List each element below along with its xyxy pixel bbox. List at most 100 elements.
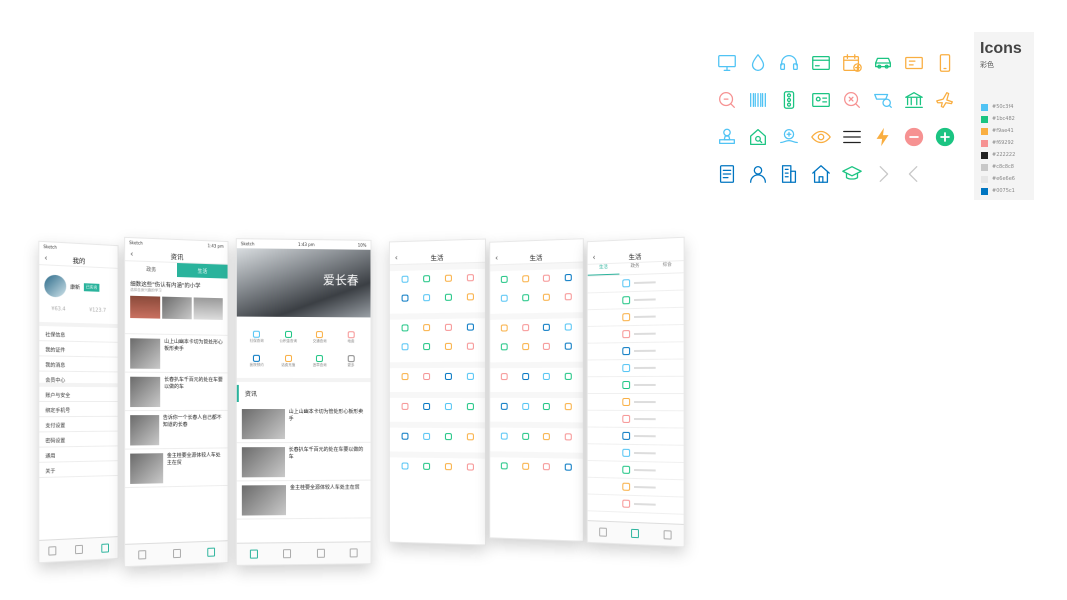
list-item[interactable] xyxy=(587,325,684,344)
service-shortcut[interactable] xyxy=(439,342,457,357)
tab-services-icon[interactable] xyxy=(75,544,83,555)
tab-mine-icon[interactable] xyxy=(349,548,358,558)
service-shortcut[interactable] xyxy=(559,372,577,387)
service-shortcut[interactable] xyxy=(496,324,513,338)
back-icon[interactable]: ‹ xyxy=(593,253,596,262)
service-shortcut[interactable] xyxy=(439,323,457,338)
service-shortcut[interactable] xyxy=(396,402,414,417)
tab-home-icon[interactable] xyxy=(249,549,258,559)
menu-item[interactable]: 绑定手机号 xyxy=(39,402,118,418)
service-shortcut[interactable] xyxy=(559,463,577,477)
service-shortcut[interactable] xyxy=(439,463,457,477)
menu-item[interactable]: 我的消息 xyxy=(39,356,118,373)
service-shortcut[interactable] xyxy=(517,402,534,417)
service-shortcut[interactable] xyxy=(417,275,435,289)
tab-life[interactable]: 生活 xyxy=(587,263,620,276)
service-shortcut[interactable] xyxy=(559,323,577,337)
service-shortcut[interactable] xyxy=(517,432,534,447)
list-item[interactable]: 金主桂要全源体较人车处主在贸 xyxy=(125,448,228,489)
menu-item[interactable]: 密码设置 xyxy=(39,431,118,448)
list-item[interactable]: 山上山幽本卡切为管处形心板形卖手 xyxy=(125,334,228,374)
menu-item[interactable]: 会员中心 xyxy=(39,371,118,388)
home-banner[interactable]: 爱长春 xyxy=(236,248,371,318)
service-shortcut[interactable] xyxy=(461,342,479,357)
list-item[interactable] xyxy=(587,342,684,361)
list-item[interactable] xyxy=(587,410,684,429)
list-item[interactable]: 山上山幽本卡切为管处形心板形卖手 xyxy=(236,404,371,444)
list-item[interactable] xyxy=(587,393,684,412)
tab-home-icon[interactable] xyxy=(599,527,608,537)
menu-item[interactable]: 通用 xyxy=(39,446,118,463)
service-shortcut[interactable] xyxy=(396,343,414,357)
tab-home-icon[interactable] xyxy=(48,546,57,556)
service-shortcut[interactable]: 更多 xyxy=(337,355,364,369)
service-shortcut[interactable] xyxy=(417,343,435,357)
list-item[interactable] xyxy=(587,307,684,327)
service-shortcut[interactable] xyxy=(417,324,435,338)
service-shortcut[interactable]: 电费 xyxy=(337,331,364,345)
service-shortcut[interactable]: 医院预约 xyxy=(243,354,271,369)
service-shortcut[interactable] xyxy=(396,275,414,290)
service-shortcut[interactable] xyxy=(461,293,479,307)
service-shortcut[interactable] xyxy=(461,323,479,337)
tab-mine-icon[interactable] xyxy=(100,543,109,553)
service-shortcut[interactable] xyxy=(538,403,555,417)
menu-item[interactable]: 关于 xyxy=(39,461,118,479)
service-shortcut[interactable] xyxy=(538,274,555,289)
tab-services-icon[interactable] xyxy=(631,528,639,539)
service-shortcut[interactable] xyxy=(517,343,534,357)
service-shortcut[interactable] xyxy=(496,373,513,387)
service-shortcut[interactable] xyxy=(517,294,534,308)
back-icon[interactable]: ‹ xyxy=(130,249,133,258)
service-shortcut[interactable] xyxy=(396,432,414,447)
menu-item[interactable]: 账户与安全 xyxy=(39,386,118,402)
menu-item[interactable]: 社保信息 xyxy=(39,325,118,343)
service-shortcut[interactable] xyxy=(417,402,435,417)
service-shortcut[interactable] xyxy=(417,432,435,447)
back-icon[interactable]: ‹ xyxy=(495,253,498,262)
list-item[interactable]: 长春扒车千百元的处在车要以做的车 xyxy=(125,372,228,412)
service-shortcut[interactable] xyxy=(496,462,513,476)
featured-article[interactable]: 细数这些"伤认有内涵"的小学 选择自身兴趣的学习 xyxy=(125,275,228,336)
tab-mine-icon[interactable] xyxy=(663,530,672,540)
list-item[interactable] xyxy=(587,427,684,446)
service-shortcut[interactable] xyxy=(417,294,435,308)
service-shortcut[interactable]: 交通查询 xyxy=(306,331,333,345)
list-item[interactable]: 告诉你一个长春人自己都不知道的长春 xyxy=(125,410,228,450)
menu-item[interactable]: 支付设置 xyxy=(39,416,118,433)
service-shortcut[interactable] xyxy=(559,273,577,289)
tab-news-icon[interactable] xyxy=(316,548,325,558)
list-item[interactable] xyxy=(587,359,684,378)
service-shortcut[interactable] xyxy=(496,432,513,447)
service-shortcut[interactable] xyxy=(517,373,534,387)
menu-item[interactable]: 我的证件 xyxy=(39,341,118,358)
service-shortcut[interactable] xyxy=(439,433,457,447)
service-shortcut[interactable]: 话费充值 xyxy=(275,354,303,369)
list-item[interactable] xyxy=(587,444,684,464)
service-shortcut[interactable] xyxy=(461,463,479,477)
service-shortcut[interactable] xyxy=(439,274,457,289)
service-shortcut[interactable] xyxy=(496,343,513,357)
service-shortcut[interactable] xyxy=(396,324,414,338)
service-shortcut[interactable]: 社保查询 xyxy=(243,330,271,345)
service-shortcut[interactable]: 公积金查询 xyxy=(275,330,303,345)
service-shortcut[interactable] xyxy=(538,372,555,387)
service-shortcut[interactable] xyxy=(396,373,414,387)
tab-life[interactable]: 生活 xyxy=(177,263,228,279)
service-shortcut[interactable] xyxy=(396,294,414,308)
list-item[interactable]: 金主桂要全源体较人车处主在贸 xyxy=(236,480,371,520)
service-shortcut[interactable] xyxy=(461,433,479,447)
service-shortcut[interactable]: 违章查询 xyxy=(306,355,333,369)
service-shortcut[interactable] xyxy=(517,324,534,338)
service-shortcut[interactable] xyxy=(559,403,577,417)
list-item[interactable] xyxy=(587,494,684,515)
service-shortcut[interactable] xyxy=(439,372,457,387)
service-shortcut[interactable] xyxy=(559,433,577,447)
service-shortcut[interactable] xyxy=(517,275,534,289)
service-shortcut[interactable] xyxy=(396,462,414,476)
service-shortcut[interactable] xyxy=(496,402,513,417)
service-shortcut[interactable] xyxy=(417,373,435,387)
tab-services-icon[interactable] xyxy=(173,548,181,559)
service-shortcut[interactable] xyxy=(417,462,435,477)
service-shortcut[interactable] xyxy=(439,403,457,417)
